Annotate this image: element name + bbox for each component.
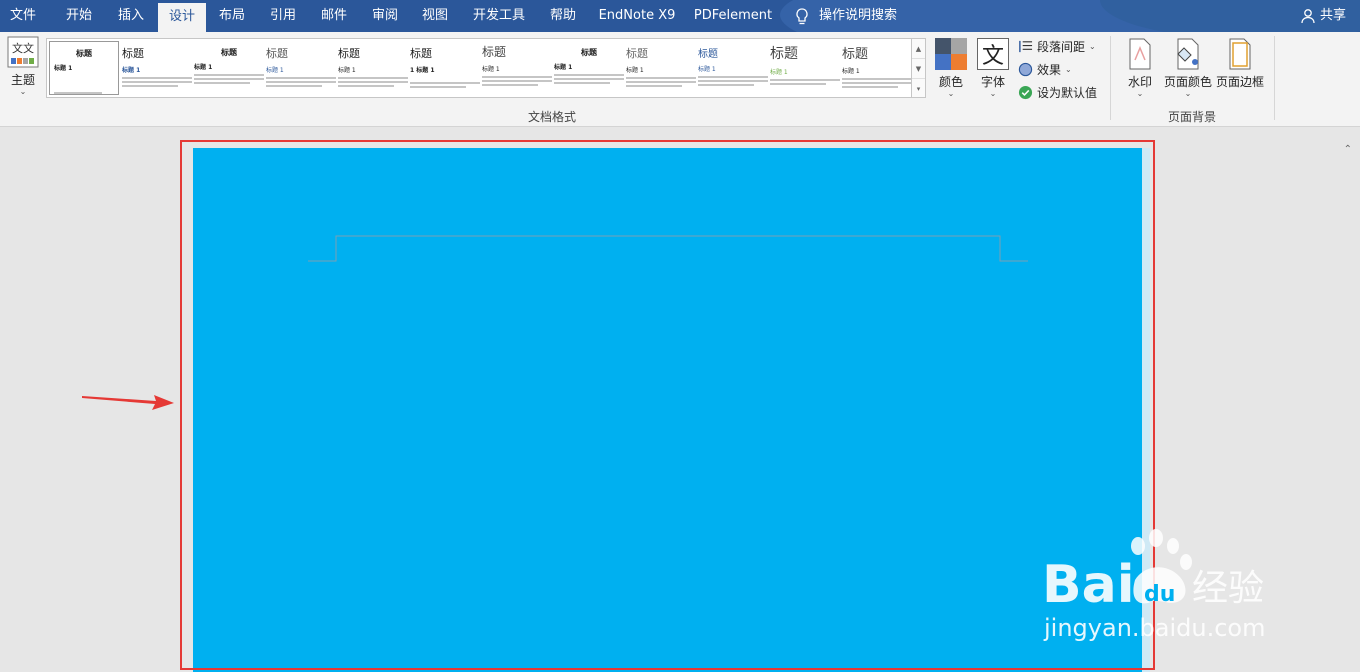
gallery-scroll-up-icon[interactable]: ▲ [912, 39, 925, 59]
annotation-highlight-box [180, 140, 1155, 670]
tab-pdfelement[interactable]: PDFelement [690, 0, 776, 32]
page-background-group-label: 页面背景 [1168, 110, 1217, 124]
style-set-gallery: 标题 标题 1 标题 标题 1 标题 标题 1 标题 标题 1 标题 标题 1 … [46, 38, 912, 98]
document-formatting-group-label: 文档格式 [528, 110, 577, 124]
tab-file[interactable]: 文件 [0, 0, 46, 32]
check-circle-icon [1018, 85, 1033, 100]
themes-icon-text: 文文 [12, 41, 34, 55]
tab-endnote[interactable]: EndNote X9 [594, 0, 680, 32]
style-set-thumb[interactable]: 标题 标题 1 [626, 41, 696, 95]
themes-label: 主题 [10, 73, 35, 87]
group-separator [1274, 36, 1275, 120]
gallery-scroll: ▲ ▼ ▾ [912, 38, 926, 98]
watermark-icon [1129, 38, 1151, 70]
ribbon-tab-bar: 文件 开始 插入 设计 布局 引用 邮件 审阅 视图 开发工具 帮助 EndNo… [0, 0, 1360, 32]
watermark-label: 水印 [1127, 75, 1152, 89]
page-borders-label: 页面边框 [1215, 75, 1264, 89]
style-set-thumb[interactable]: 标题 标题 1 [698, 41, 768, 95]
paragraph-spacing-label: 段落间距 [1037, 40, 1086, 54]
gallery-more-icon[interactable]: ▾ [912, 79, 925, 99]
paragraph-spacing-icon [1019, 40, 1033, 53]
fonts-button[interactable]: 文 字体 ⌄ [975, 38, 1011, 98]
fonts-icon-text: 文 [982, 44, 1004, 69]
style-set-thumb[interactable]: 标题 标题 1 [482, 41, 552, 95]
themes-icon: 文文 [7, 36, 39, 68]
tab-mailings[interactable]: 邮件 [310, 0, 358, 32]
paragraph-spacing-button[interactable]: 段落间距 ⌄ [1018, 38, 1096, 55]
chevron-down-icon: ⌄ [19, 87, 27, 96]
set-as-default-label: 设为默认值 [1037, 86, 1098, 100]
watermark-brand-text: Bai [1042, 555, 1135, 615]
watermark-button[interactable]: 水印 ⌄ [1122, 38, 1158, 98]
fonts-label: 字体 [980, 75, 1005, 89]
tab-layout[interactable]: 布局 [208, 0, 256, 32]
collapse-ribbon-icon[interactable]: ⌃ [1344, 144, 1352, 155]
tab-insert[interactable]: 插入 [108, 0, 154, 32]
chevron-down-icon: ⌄ [989, 89, 997, 98]
tab-developer[interactable]: 开发工具 [466, 0, 532, 32]
page-borders-icon [1229, 38, 1251, 70]
svg-text:Bai: Bai [1042, 555, 1135, 615]
style-set-thumb[interactable]: 标题 标题 1 [338, 41, 408, 95]
style-set-thumb[interactable]: 标题 标题 1 [194, 41, 264, 95]
group-separator [1110, 36, 1111, 120]
baidu-jingyan-watermark: Bai du 经验 jingyan.baidu.com [1042, 529, 1265, 642]
tab-home[interactable]: 开始 [56, 0, 102, 32]
fonts-icon: 文 [977, 38, 1009, 70]
chevron-down-icon: ⌄ [1089, 42, 1096, 51]
chevron-down-icon: ⌄ [1184, 89, 1192, 98]
tell-me-search[interactable]: 操作说明搜索 [818, 0, 898, 32]
tab-design[interactable]: 设计 [158, 3, 206, 32]
chevron-down-icon: ⌄ [1065, 65, 1072, 74]
effects-button[interactable]: 效果 ⌄ [1018, 61, 1072, 78]
colors-icon [935, 38, 967, 70]
effects-icon [1018, 62, 1033, 77]
ribbon: 文文 主题 ⌄ 标题 标题 1 标题 标题 1 标题 标题 1 标题 标题 1 … [0, 32, 1360, 155]
share-label: 共享 [1319, 8, 1346, 23]
set-as-default-button[interactable]: 设为默认值 [1018, 84, 1097, 101]
watermark-cn-text: 经验 [1192, 568, 1264, 609]
page-borders-button[interactable]: 页面边框 [1214, 38, 1266, 90]
page-color-button[interactable]: 页面颜色 ⌄ [1160, 38, 1216, 98]
style-set-thumb[interactable]: 标题 标题 1 [266, 41, 336, 95]
page-color-label: 页面颜色 [1163, 75, 1212, 89]
gallery-scroll-down-icon[interactable]: ▼ [912, 59, 925, 79]
annotation-arrow-icon [82, 395, 174, 410]
style-set-thumb[interactable]: 标题 标题 1 [554, 41, 624, 95]
colors-button[interactable]: 颜色 ⌄ [932, 38, 970, 98]
themes-button[interactable]: 文文 主题 ⌄ [4, 36, 42, 96]
share-button[interactable]: 共享 [1300, 0, 1346, 32]
style-set-thumb[interactable]: 标题 标题 1 [49, 41, 119, 95]
chevron-down-icon: ⌄ [947, 89, 955, 98]
tab-view[interactable]: 视图 [412, 0, 458, 32]
person-icon [1301, 9, 1315, 24]
watermark-du-text: du [1144, 582, 1175, 607]
style-set-thumb[interactable]: 标题 标题 1 [770, 41, 840, 95]
watermark-url-text: jingyan.baidu.com [1043, 614, 1265, 642]
style-set-thumb[interactable]: 标题 标题 1 [842, 41, 912, 95]
chevron-down-icon: ⌄ [1136, 89, 1144, 98]
style-set-thumb[interactable]: 标题 1 标题 1 [410, 41, 480, 95]
tab-help[interactable]: 帮助 [540, 0, 586, 32]
lightbulb-icon [796, 8, 808, 25]
style-set-thumb[interactable]: 标题 标题 1 [122, 41, 192, 95]
tab-review[interactable]: 审阅 [362, 0, 408, 32]
tab-references[interactable]: 引用 [260, 0, 306, 32]
colors-label: 颜色 [938, 75, 963, 89]
effects-label: 效果 [1037, 63, 1062, 77]
page-color-icon [1177, 38, 1199, 70]
